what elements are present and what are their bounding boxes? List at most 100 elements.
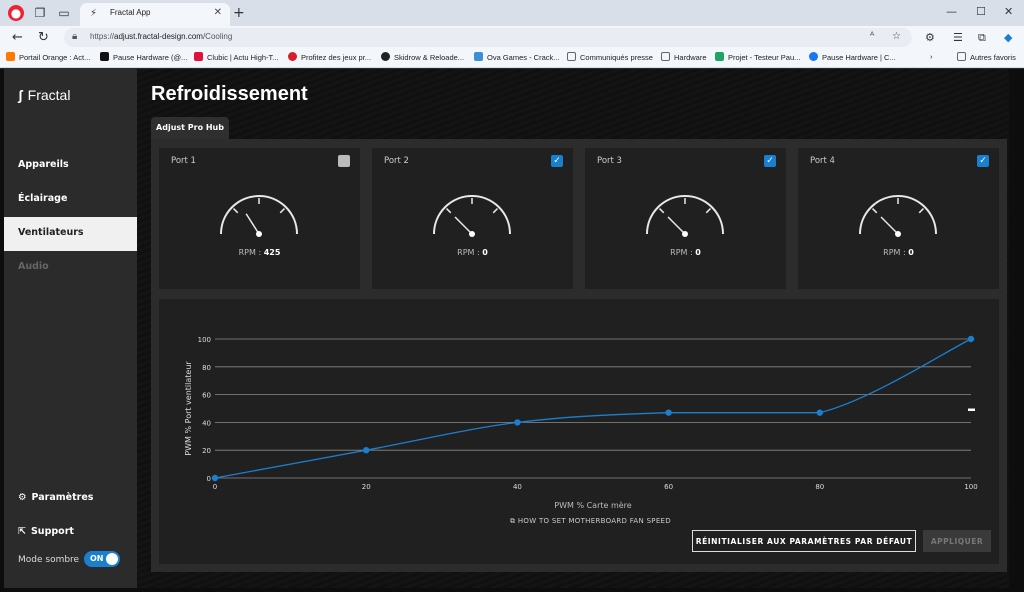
folder-icon bbox=[567, 52, 576, 61]
gauge-hub bbox=[682, 231, 688, 237]
port-checkbox[interactable]: ✓ bbox=[764, 155, 776, 167]
x-tick-label: 20 bbox=[362, 483, 371, 491]
current-level-marker bbox=[968, 408, 975, 411]
refresh-icon[interactable]: ↻ bbox=[38, 30, 49, 45]
port-name: Port 4 bbox=[810, 156, 835, 166]
x-axis-label: PWM % Carte mère bbox=[554, 500, 632, 510]
bookmark-item[interactable]: Portail Orange : Act... bbox=[6, 52, 90, 62]
fan-curve-card: 0 20 40 60 80 100 0 20 40 60 80 100 PWM % Carte mère… bbox=[159, 299, 999, 564]
port-name: Port 1 bbox=[171, 156, 196, 166]
fractal-logo: ʃ Fractal bbox=[18, 87, 71, 103]
gauge-hub bbox=[469, 231, 475, 237]
x-tick-label: 100 bbox=[964, 483, 977, 491]
x-tick-label: 40 bbox=[513, 483, 522, 491]
chevron-right-icon[interactable]: › bbox=[930, 52, 933, 61]
gauge-tick bbox=[279, 208, 285, 214]
bookmark-item[interactable]: Clubic | Actu High-T... bbox=[194, 52, 279, 62]
apply-button[interactable]: APPLIQUER bbox=[923, 530, 991, 552]
bookmark-item[interactable]: Projet - Testeur Pau... bbox=[715, 52, 800, 62]
sidebar-item-audio[interactable]: Audio bbox=[4, 251, 137, 285]
back-icon[interactable]: ← bbox=[12, 30, 23, 45]
rpm-label: RPM : bbox=[883, 248, 909, 257]
minimize-icon[interactable]: — bbox=[946, 5, 957, 18]
gauge-hub bbox=[895, 231, 901, 237]
port-card: Port 4 ✓ RPM : 0 bbox=[798, 148, 999, 289]
tab-actions-icon[interactable]: ▭ bbox=[56, 5, 72, 21]
x-tick-label: 0 bbox=[213, 483, 217, 491]
bookmark-item[interactable]: Pause Hardware (@... bbox=[100, 52, 187, 62]
y-tick-label: 40 bbox=[202, 419, 211, 427]
new-tab-icon[interactable]: + bbox=[233, 5, 245, 21]
gauge-tick bbox=[446, 208, 452, 214]
rpm-gauge-icon bbox=[220, 195, 298, 237]
bookmark-item[interactable]: Ova Games - Crack... bbox=[474, 52, 560, 62]
url-field[interactable]: 🔒︎ https://adjust.fractal-design.com/Coo… bbox=[64, 28, 912, 47]
lock-icon[interactable]: 🔒︎ bbox=[72, 31, 77, 42]
bookmark-folder[interactable]: Hardware bbox=[661, 52, 707, 62]
port-checkbox[interactable]: ✓ bbox=[977, 155, 989, 167]
external-link-icon: ⇱ bbox=[18, 526, 26, 537]
close-tab-icon[interactable]: ✕ bbox=[214, 7, 222, 18]
rpm-gauge-icon bbox=[433, 195, 511, 237]
y-tick-label: 60 bbox=[202, 392, 211, 400]
tab-title: Fractal App bbox=[110, 8, 151, 17]
curve-point[interactable] bbox=[665, 409, 672, 416]
fan-curve-chart[interactable]: 0 20 40 60 80 100 0 20 40 60 80 100 PWM % Carte mère… bbox=[159, 299, 999, 513]
workspaces-icon[interactable]: ❐ bbox=[32, 5, 48, 21]
curve-point[interactable] bbox=[211, 474, 219, 482]
curve-point[interactable] bbox=[514, 419, 521, 426]
bookmark-games-icon bbox=[288, 52, 297, 61]
bookmark-item[interactable]: Profitez des jeux pr... bbox=[288, 52, 371, 62]
bookmark-x-icon bbox=[100, 52, 109, 61]
y-tick-label: 20 bbox=[202, 447, 211, 455]
gauge-tick bbox=[918, 208, 924, 214]
tab-adjust-pro-hub[interactable]: Adjust Pro Hub bbox=[151, 117, 229, 139]
profile-icon[interactable]: ● bbox=[8, 5, 24, 21]
collections-icon[interactable]: ⧉ bbox=[978, 31, 986, 45]
gauge-hub bbox=[256, 231, 262, 237]
support-link[interactable]: ⇱ Support bbox=[18, 526, 74, 537]
port-card: Port 2 ✓ RPM : 0 bbox=[372, 148, 573, 289]
bookmark-item[interactable]: Pause Hardware | C... bbox=[809, 52, 896, 62]
maximize-icon[interactable]: ☐ bbox=[976, 5, 986, 18]
rpm-value: 425 bbox=[263, 248, 281, 257]
curve-point[interactable] bbox=[363, 447, 370, 454]
gauge-tick bbox=[705, 208, 711, 214]
copilot-icon[interactable]: ◆ bbox=[1004, 31, 1012, 44]
settings-link[interactable]: ⚙ Paramètres bbox=[18, 492, 93, 503]
help-link[interactable]: ⧉ HOW TO SET MOTHERBOARD FAN SPEED bbox=[510, 517, 671, 526]
rpm-readout: RPM : 0 bbox=[372, 248, 573, 257]
curve-point[interactable] bbox=[816, 409, 823, 416]
browser-tab[interactable]: ⚡ Fractal App ✕ bbox=[80, 3, 230, 26]
reset-defaults-button[interactable]: RÉINITIALISER AUX PARAMÈTRES PAR DÉFAUT bbox=[692, 530, 916, 552]
bookmark-folder[interactable]: Communiqués presse bbox=[567, 52, 653, 62]
port-name: Port 2 bbox=[384, 156, 409, 166]
sidebar-item-appareils[interactable]: Appareils bbox=[4, 149, 137, 183]
favorite-star-icon[interactable]: ☆ bbox=[892, 31, 901, 42]
folder-icon bbox=[661, 52, 670, 61]
port-checkbox[interactable] bbox=[338, 155, 350, 167]
rpm-label: RPM : bbox=[238, 248, 264, 257]
bookmark-orange-icon bbox=[6, 52, 15, 61]
sidebar-item-eclairage[interactable]: Éclairage bbox=[4, 183, 137, 217]
rpm-readout: RPM : 0 bbox=[798, 248, 999, 257]
toggle-knob bbox=[106, 553, 118, 565]
x-tick-label: 80 bbox=[815, 483, 824, 491]
extensions-icon[interactable]: ⚙ bbox=[925, 31, 935, 44]
gauge-needle bbox=[667, 216, 686, 235]
port-checkbox[interactable]: ✓ bbox=[551, 155, 563, 167]
other-favorites[interactable]: Autres favoris bbox=[957, 52, 1016, 62]
dark-mode-label: Mode sombre bbox=[18, 555, 80, 565]
hub-panel: Port 1 RPM : 425 Port 2 ✓ RPM : 0 Port 3 ✓ RPM … bbox=[151, 139, 1007, 572]
rpm-label: RPM : bbox=[457, 248, 483, 257]
dark-mode-toggle[interactable]: ON bbox=[84, 551, 120, 567]
favorites-icon[interactable]: ☰ bbox=[953, 31, 963, 44]
close-window-icon[interactable]: ✕ bbox=[1004, 5, 1013, 18]
sidebar-item-ventilateurs[interactable]: Ventilateurs bbox=[4, 217, 137, 251]
bookmark-ova-icon bbox=[474, 52, 483, 61]
bookmark-item[interactable]: Skidrow & Reloade... bbox=[381, 52, 464, 62]
read-aloud-icon[interactable]: ᴬ bbox=[870, 31, 874, 42]
gauge-tick bbox=[233, 208, 239, 214]
app-window: ʃ Fractal Appareils Éclairage Ventilateur… bbox=[0, 69, 1024, 592]
curve-point[interactable] bbox=[967, 335, 975, 343]
